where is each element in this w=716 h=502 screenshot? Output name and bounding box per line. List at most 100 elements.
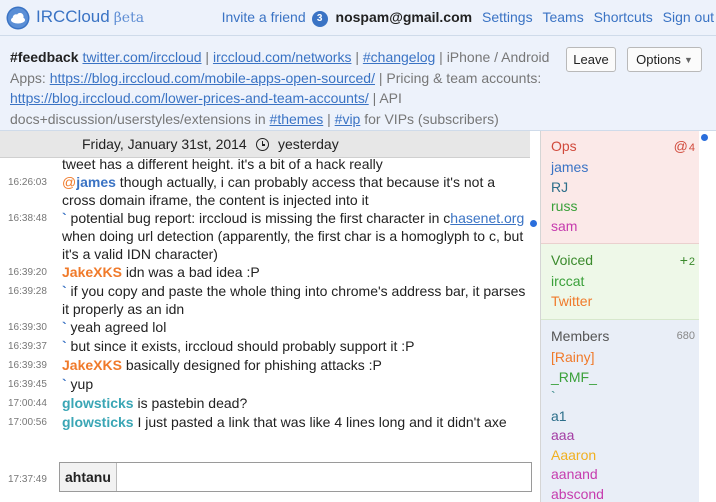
chevron-down-icon: ▼ [683,55,693,65]
member-item[interactable]: RJ [541,178,699,198]
member-item[interactable]: aanand [541,465,699,485]
message-text: when doing url detection (apparently, th… [62,228,524,262]
voiced-count-value: 2 [688,256,695,268]
message-row: 16:39:37 ` but since it exists, irccloud… [0,337,540,356]
message-body: JakeXKS basically designed for phishing … [62,356,526,375]
message-body: ` potential bug report: irccloud is miss… [62,209,526,263]
teams-link[interactable]: Teams [542,9,583,25]
shortcuts-link[interactable]: Shortcuts [594,9,653,25]
message-body: ` if you copy and paste the whole thing … [62,282,526,318]
relative-date-label: yesterday [278,136,339,152]
voiced-label: Voiced [551,252,594,268]
topic-text-vip: for VIPs (subscribers) [360,110,499,127]
member-item[interactable]: _RMF_ [541,368,699,388]
channel-name: #feedback [10,49,79,65]
member-item[interactable]: aaa [541,426,699,446]
brand-name[interactable]: IRCCloud βeta [36,7,144,27]
nick-james[interactable]: james [76,174,116,190]
member-item[interactable]: [Rainy] [541,348,699,368]
timestamp: 17:00:56 [8,417,47,428]
timestamp: 16:39:45 [8,379,47,390]
ops-count-value: 4 [688,142,695,154]
options-label: Options [636,52,681,67]
invite-badge[interactable]: 3 [311,11,328,27]
timestamp: 16:39:28 [8,286,47,297]
timestamp: 16:39:20 [8,267,47,278]
message-text: idn was a bad idea :P [121,264,260,280]
ops-label: Ops [551,138,577,154]
beta-label: βeta [113,10,145,26]
options-button[interactable]: Options ▼ [627,47,702,72]
leave-button[interactable]: Leave [566,47,616,72]
member-item[interactable]: russ [541,197,699,217]
topic-link-mobile-blog[interactable]: https://blog.irccloud.com/mobile-apps-op… [50,70,375,86]
ops-count: @4 [674,134,695,160]
message-body: ` yeah agreed lol [62,318,526,337]
signout-link[interactable]: Sign out [663,9,714,25]
nick-jakexks[interactable]: JakeXKS [62,264,122,280]
message-row: 17:00:44 glowsticks is pastebin dead? [0,394,540,413]
topic-link-networks[interactable]: irccloud.com/networks [213,49,352,65]
members-label: Members [551,328,610,344]
member-item[interactable]: james [541,158,699,178]
message-row: 16:38:48 ` potential bug report: ircclou… [0,209,540,263]
member-item[interactable]: Aaaron [541,446,699,466]
timestamp: 16:38:48 [8,213,47,224]
message-row: 16:26:03 @james though actually, i can p… [0,173,540,209]
chat-log[interactable]: height gets set once after it's rendered… [0,131,540,502]
invite-link[interactable]: Invite a friend [222,9,306,25]
message-row: 16:39:30 ` yeah agreed lol [0,318,540,337]
message-text: basically designed for phishing attacks … [121,357,382,373]
message-link[interactable]: hasenet.org [450,210,524,226]
message-list: height gets set once after it's rendered… [0,137,540,432]
timestamp: 17:00:44 [8,398,47,409]
topic-text-pricing: | Pricing & team accounts: [374,69,542,86]
voiced-header: Voiced +2 [541,248,699,272]
member-item[interactable]: Twitter [541,292,699,312]
message-text: though actually, i can probably access t… [62,174,496,208]
message-input[interactable]: ahtanu [59,462,532,492]
members-section: Members 680 [Rainy] _RMF_ ` a1 aaa Aaaro… [541,320,699,502]
timestamp: 16:26:03 [8,177,47,188]
member-item[interactable]: abscond [541,485,699,502]
topic-link-twitter[interactable]: twitter.com/irccloud [82,49,201,65]
member-item[interactable]: sam [541,217,699,237]
message-body: glowsticks is pastebin dead? [62,394,526,413]
message-text: yeah agreed lol [66,319,167,335]
input-timestamp: 17:37:49 [8,474,47,485]
topic-sep: | [323,110,335,127]
message-body: glowsticks I just pasted a link that was… [62,413,526,432]
settings-link[interactable]: Settings [482,9,533,25]
member-item[interactable]: irccat [541,272,699,292]
voiced-count: +2 [680,248,695,274]
nick-glowsticks[interactable]: glowsticks [62,395,134,411]
message-row: 16:39:45 ` yup [0,375,540,394]
message-body: ` yup [62,375,526,394]
member-item[interactable]: a1 [541,407,699,427]
topic-link-pricing-blog[interactable]: https://blog.irccloud.com/lower-prices-a… [10,90,369,106]
ops-header: Ops @4 [541,134,699,158]
members-header: Members 680 [541,324,699,348]
topic-sep: | [351,49,363,65]
cloud-logo-icon [6,6,30,30]
brand-text: IRCCloud [36,7,110,26]
topic-link-themes[interactable]: #themes [270,111,324,127]
topic-link-vip[interactable]: #vip [335,111,361,127]
message-body: JakeXKS idn was a bad idea :P [62,263,526,282]
message-text: but since it exists, irccloud should pro… [66,338,415,354]
voice-symbol-icon: + [679,252,688,268]
clock-icon [256,138,269,151]
member-item[interactable]: ` [541,387,699,407]
current-nick-label: ahtanu [60,463,117,491]
message-row: 16:39:39 JakeXKS basically designed for … [0,356,540,375]
date-divider: Friday, January 31st, 2014 yesterday [0,131,530,158]
topic-sep: | [201,49,213,65]
message-body: ` but since it exists, irccloud should p… [62,337,526,356]
nick-jakexks[interactable]: JakeXKS [62,357,122,373]
top-nav: Invite a friend 3 nospam@gmail.com Settin… [216,9,714,27]
op-symbol: @ [62,174,77,190]
unread-marker-dot [530,220,537,227]
nick-glowsticks[interactable]: glowsticks [62,414,134,430]
topic-link-changelog[interactable]: #changelog [363,49,435,65]
message-text: if you copy and paste the whole thing in… [62,283,526,317]
